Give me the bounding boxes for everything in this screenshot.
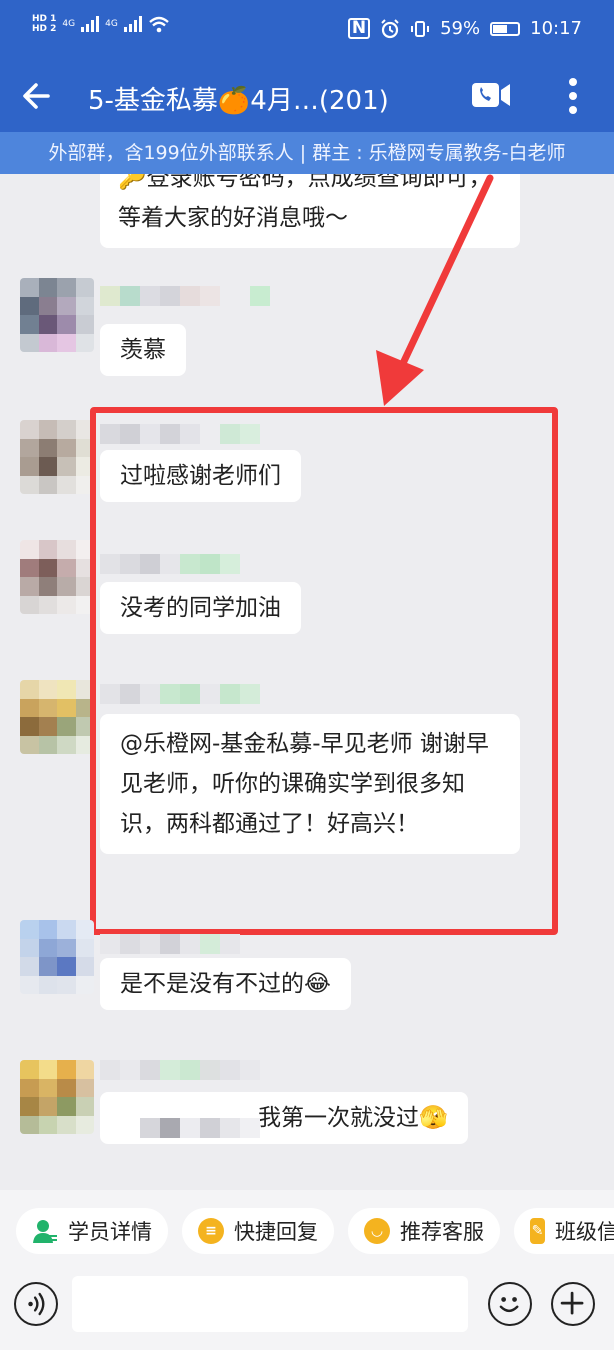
status-bar: HD 1 HD 2 4G 4G N 59% 10:17 [0,0,614,62]
app-bar: 5-基金私募🍊4月…(201) [0,62,614,132]
voice-icon[interactable] [14,1282,58,1326]
alarm-icon [381,18,399,38]
more-vert-icon[interactable] [558,74,588,118]
message-text: 羡慕 [120,337,166,363]
avatar[interactable] [20,920,94,994]
plus-icon[interactable] [551,1282,595,1326]
emoji-icon[interactable] [488,1282,532,1326]
chip-label: 学员详情 [68,1220,152,1244]
message-bubble[interactable]: 羡慕 [100,324,186,376]
nfc-icon: N [347,18,371,39]
wifi-icon [149,16,169,33]
network-4g-label-2: 4G [105,19,118,29]
battery-icon [490,21,521,36]
back-arrow-icon[interactable] [18,76,58,116]
chip-quick-reply[interactable]: ≡ 快捷回复 [182,1208,334,1254]
chip-class-info[interactable]: ✎ 班级信 [514,1208,614,1254]
hd1-label: HD 1 [32,14,57,24]
message-input[interactable] [72,1276,468,1332]
avatar[interactable] [20,420,94,494]
group-info-banner: 外部群，含199位外部联系人 | 群主 : 乐橙网专属教务-白老师 [0,132,614,174]
student-detail-icon [33,1220,57,1243]
status-left: HD 1 HD 2 4G 4G [32,14,170,34]
quick-reply-icon: ≡ [198,1218,224,1244]
status-right: N 59% 10:17 [347,18,582,39]
chip-label: 快捷回复 [234,1220,318,1244]
message-bubble[interactable]: 我第一次就没过🫣 [100,1092,468,1144]
chat-area[interactable]: 🔑登录账号密码，点成绩查询即可，等着大家的好消息哦～ 羡慕 过啦感谢老师们 没考… [0,174,614,1190]
message-bubble[interactable]: 是不是没有不过的😂 [100,958,351,1010]
annotation-arrow-icon [376,174,494,406]
avatar[interactable] [20,278,94,352]
message-text: 我第一次就没过🫣 [258,1105,448,1131]
network-4g-label: 4G [62,19,76,29]
recommend-service-icon: ◡ [364,1218,390,1244]
input-bar [0,1276,614,1350]
sender-name-blurred [100,934,240,954]
video-call-icon[interactable] [470,80,512,110]
highlight-box [90,407,558,935]
quick-actions-bar: 学员详情 ≡ 快捷回复 ◡ 推荐客服 ✎ 班级信 [0,1190,614,1276]
chip-label: 推荐客服 [400,1220,484,1244]
signal-icon-2 [123,16,142,32]
sender-name-blurred [100,286,270,306]
vibrate-icon [411,20,430,37]
avatar[interactable] [20,1060,94,1134]
chip-label: 班级信 [555,1220,614,1244]
chat-title: 5-基金私募🍊4月…(201) [88,86,389,116]
signal-icon [81,16,100,32]
class-info-icon: ✎ [530,1218,545,1244]
battery-percent: 59% [440,18,481,39]
avatar[interactable] [20,540,94,614]
quoted-name-blurred [140,1118,260,1138]
hd2-label: HD 2 [32,24,57,34]
avatar[interactable] [20,680,94,754]
chip-student-details[interactable]: 学员详情 [16,1208,168,1254]
sender-name-blurred [100,1060,260,1080]
chip-recommend-service[interactable]: ◡ 推荐客服 [348,1208,500,1254]
clock: 10:17 [530,18,582,39]
message-text: 是不是没有不过的😂 [120,971,331,997]
